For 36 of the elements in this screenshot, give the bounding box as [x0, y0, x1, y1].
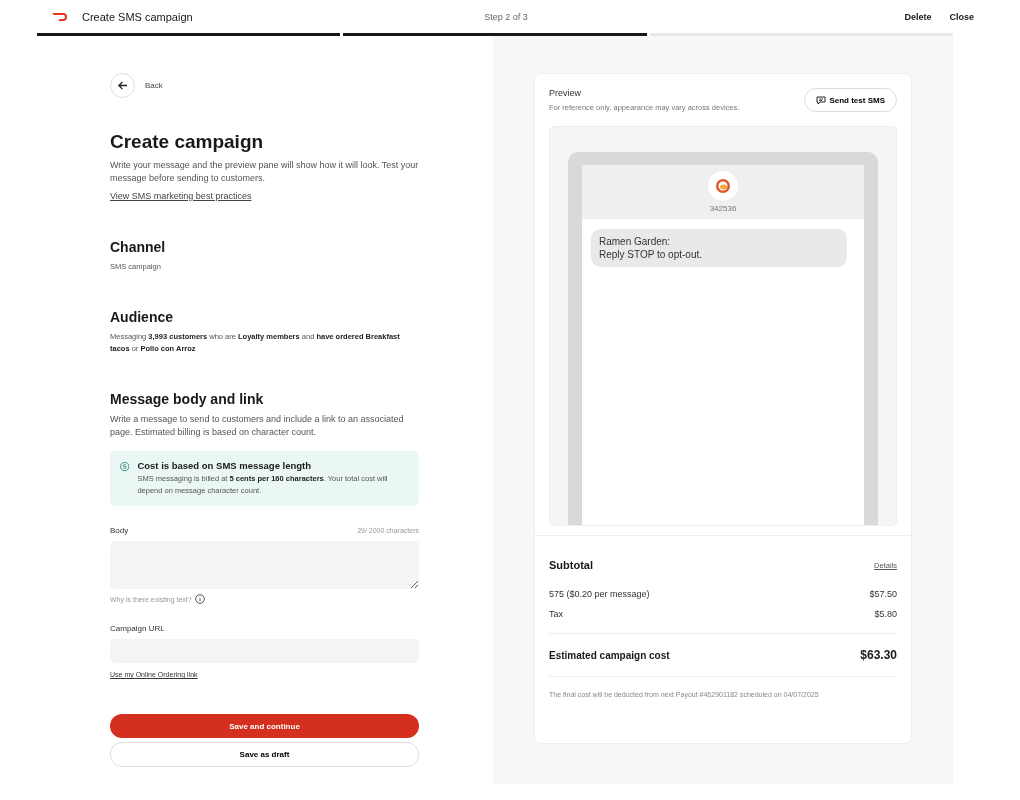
- sender-number: 342536: [709, 204, 737, 213]
- save-draft-button[interactable]: Save as draft: [110, 742, 419, 767]
- window-title: Create SMS campaign: [82, 10, 194, 23]
- line-amount: $5.80: [874, 609, 897, 619]
- line-label: Tax: [549, 609, 563, 619]
- total-label: Estimated campaign cost: [549, 649, 670, 661]
- step-indicator: Step 2 of 3: [484, 11, 529, 22]
- message-bubble: Ramen Garden: Reply STOP to opt-out.: [591, 229, 847, 267]
- back-label: Back: [145, 81, 163, 90]
- line-amount: $57.50: [869, 589, 897, 599]
- section-heading: Channel: [110, 239, 167, 255]
- preview-title: Preview: [549, 88, 582, 98]
- back-button[interactable]: [110, 73, 135, 98]
- section-heading: Audience: [110, 309, 174, 325]
- page-title: Create campaign: [110, 131, 265, 153]
- section-heading: Message body and link: [110, 391, 265, 407]
- info-icon[interactable]: [194, 594, 205, 604]
- bowl-icon: [715, 178, 731, 194]
- line-label: 575 ($0.20 per message): [549, 589, 650, 599]
- subtotal-heading: Subtotal: [549, 559, 593, 571]
- field-label: Campaign URL: [110, 624, 165, 633]
- send-test-button[interactable]: Send test SMS: [804, 88, 897, 112]
- logo-icon: [52, 11, 70, 22]
- intro-text: Write your message and the preview pane will show how it will look. Test your message before sending to customers.: [110, 159, 419, 185]
- notice-title: Cost is based on SMS message length: [137, 460, 313, 471]
- message-description: Write a message to send to customers and include a link to an associated page. Estimated billing is based on character count.: [110, 413, 405, 439]
- total-amount: $63.30: [860, 648, 897, 662]
- body-field[interactable]: [110, 541, 419, 589]
- message-icon: [816, 95, 827, 105]
- header-action[interactable]: Close: [949, 11, 974, 22]
- field-label: Body: [110, 526, 129, 535]
- dollar-icon: [120, 460, 130, 473]
- header-action[interactable]: Delete: [904, 11, 932, 22]
- best-practices-link[interactable]: View SMS marketing best practices: [110, 191, 252, 201]
- save-continue-button[interactable]: Save and continue: [110, 714, 419, 738]
- back-arrow-icon: [117, 80, 128, 91]
